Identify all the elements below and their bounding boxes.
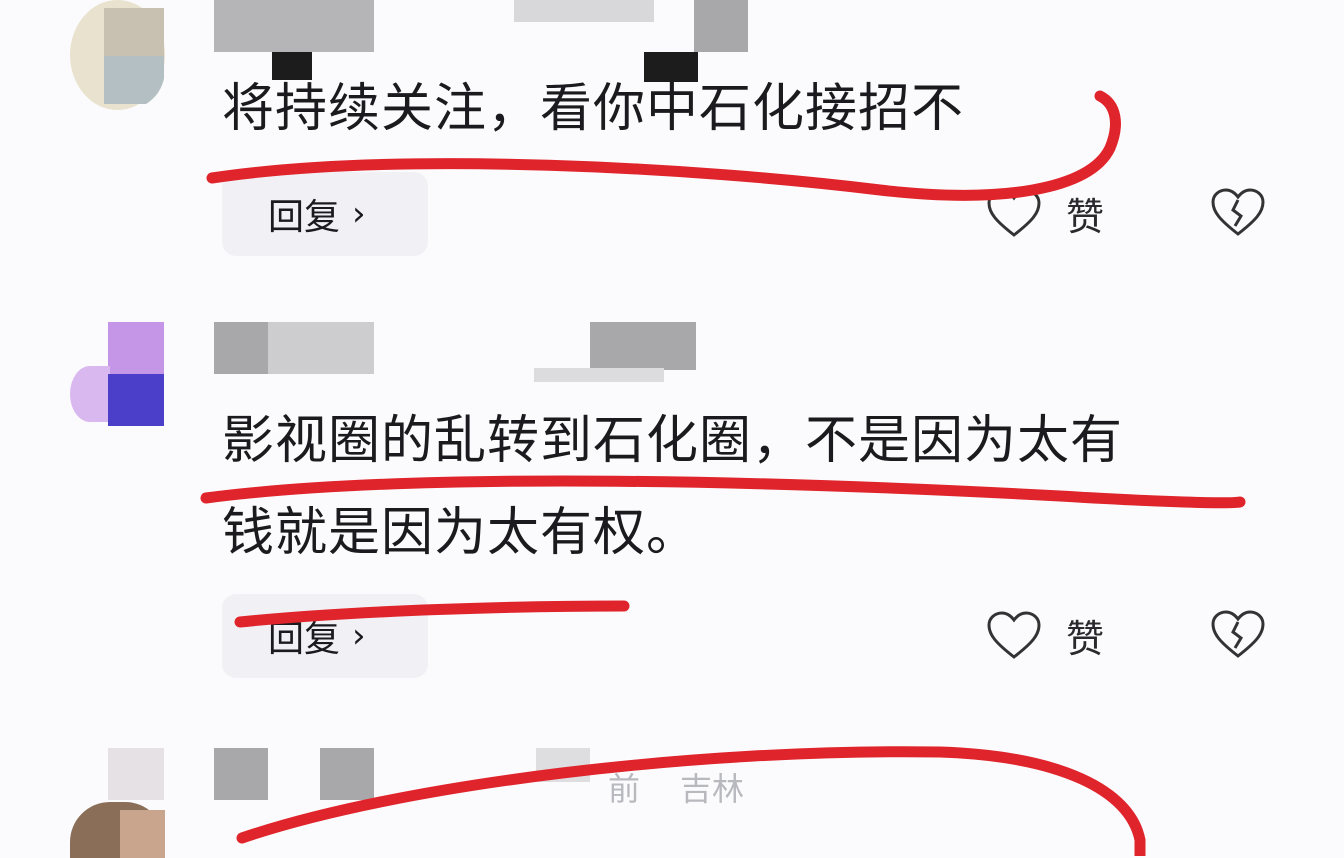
dislike-button[interactable] [1210, 610, 1266, 664]
reply-label: 回复 [268, 197, 341, 238]
like-button[interactable]: 赞 [986, 608, 1104, 663]
comment-time: 前 [608, 770, 641, 808]
comment-text-line-1: 影视圈的乱转到石化圈，不是因为太有 [222, 411, 1124, 471]
reply-button[interactable]: 回复 › [222, 594, 428, 678]
avatar[interactable] [70, 748, 165, 858]
broken-heart-icon [1211, 610, 1265, 658]
like-label: 赞 [1066, 195, 1105, 239]
username-mosaic [214, 748, 634, 800]
comment-text-line-2: 钱就是因为太有权。 [222, 503, 700, 563]
username-mosaic [214, 322, 714, 382]
chevron-right-icon: › [352, 194, 366, 234]
comment-text: 将持续关注，看你中石化接招不 [222, 79, 965, 139]
broken-heart-icon [1211, 188, 1265, 236]
dislike-button[interactable] [1210, 188, 1266, 242]
heart-outline-icon [987, 188, 1041, 237]
username-mosaic [214, 0, 754, 82]
like-label: 赞 [1066, 617, 1105, 661]
avatar[interactable] [70, 322, 165, 432]
reply-label: 回复 [268, 619, 341, 660]
heart-outline-icon [987, 610, 1041, 659]
avatar[interactable] [70, 0, 165, 110]
chevron-right-icon: › [352, 616, 366, 656]
reply-button[interactable]: 回复 › [222, 172, 428, 256]
comment-location: 吉林 [680, 770, 745, 808]
like-button[interactable]: 赞 [986, 186, 1104, 241]
